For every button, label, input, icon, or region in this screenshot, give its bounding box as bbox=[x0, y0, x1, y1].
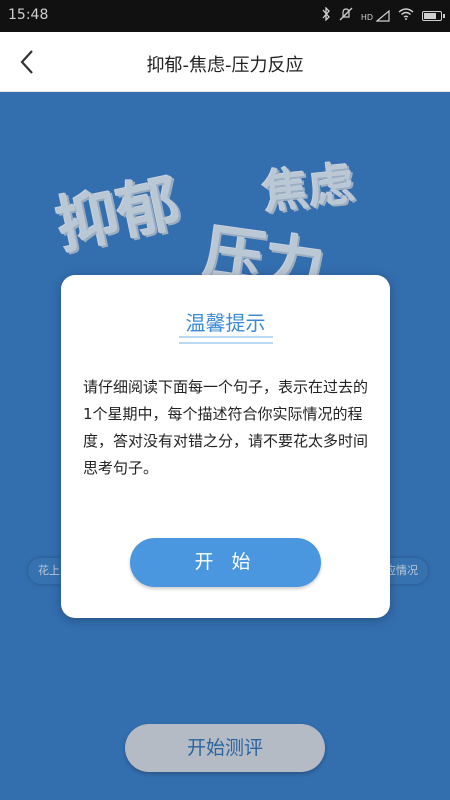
tips-dialog: 温馨提示 请仔细阅读下面每一个句子，表示在过去的1个星期中，每个描述符合你实际情… bbox=[61, 275, 390, 618]
title-bar: 抑郁-焦虑-压力反应 bbox=[0, 32, 450, 92]
title-underline bbox=[179, 336, 273, 338]
status-icons: HD bbox=[321, 6, 445, 24]
bluetooth-icon bbox=[321, 6, 331, 24]
status-bar: 15:48 HD bbox=[0, 0, 450, 32]
start-button[interactable]: 开 始 bbox=[130, 538, 321, 587]
status-time: 15:48 bbox=[8, 7, 49, 23]
battery-icon bbox=[422, 10, 445, 21]
dialog-body-text: 请仔细阅读下面每一个句子，表示在过去的1个星期中，每个描述符合你实际情况的程度，… bbox=[83, 378, 369, 477]
title-underline bbox=[179, 342, 273, 344]
dialog-title: 温馨提示 bbox=[185, 311, 266, 335]
signal-icon: HD bbox=[360, 9, 390, 22]
signal-text: HD bbox=[360, 12, 373, 22]
battery-fill bbox=[424, 12, 436, 19]
mute-icon bbox=[339, 7, 353, 24]
page-title: 抑郁-焦虑-压力反应 bbox=[146, 55, 304, 76]
wifi-icon bbox=[398, 8, 414, 23]
